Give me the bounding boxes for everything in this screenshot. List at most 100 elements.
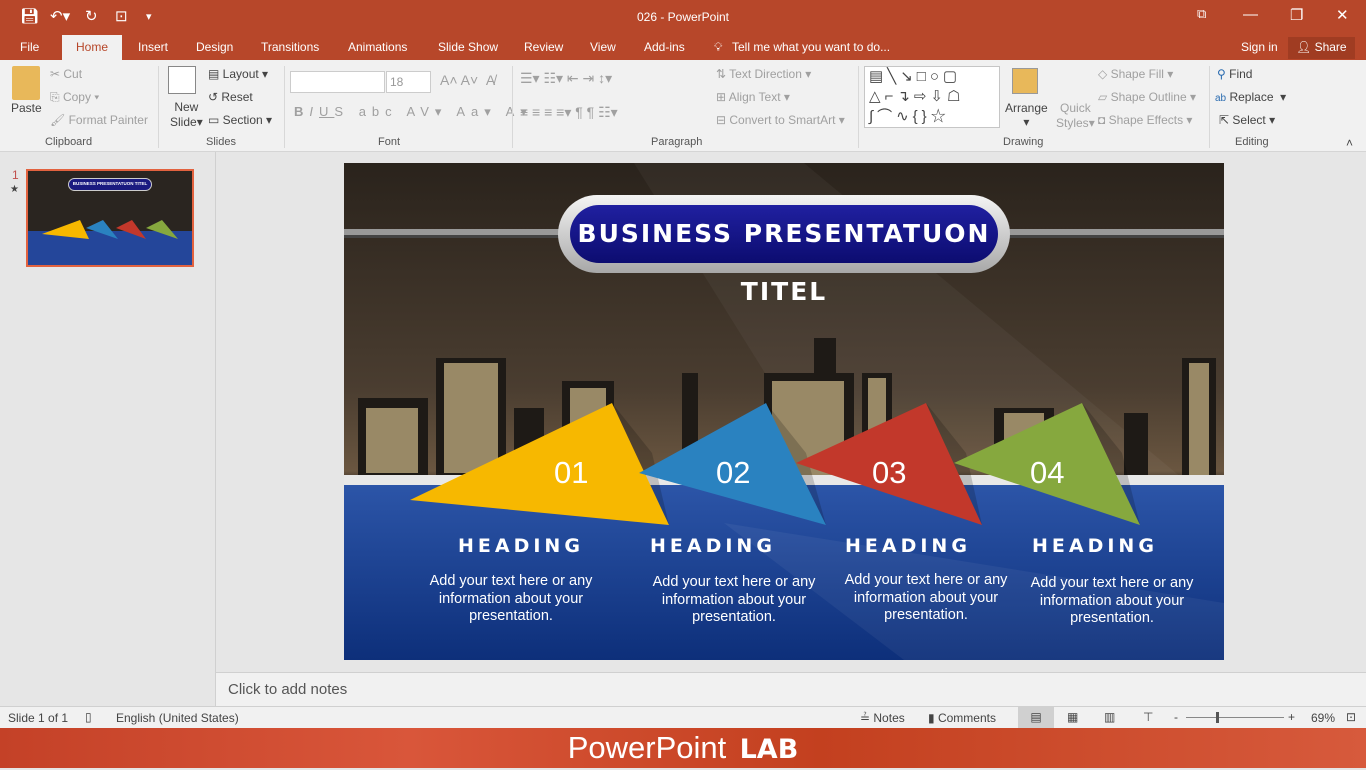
tell-me-input[interactable]: Tell me what you want to do... (732, 40, 890, 54)
section-label: Section (222, 113, 263, 127)
new-slide-label: New (174, 100, 199, 114)
zoom-in-button[interactable]: + (1288, 710, 1295, 724)
convert-smartart-button[interactable]: ⊟ Convert to SmartArt ▾ (716, 113, 845, 127)
copy-button[interactable]: ⎘ Copy ▾ (50, 90, 99, 105)
body-text-3[interactable]: Add your text here or any information ab… (841, 572, 1011, 625)
font-name-input[interactable] (290, 71, 385, 93)
reset-label: Reset (221, 90, 253, 104)
format-painter-label: Format Painter (68, 113, 148, 127)
layout-button[interactable]: ▤ Layout ▾ (208, 67, 268, 81)
shape-fill-button[interactable]: ◇ Shape Fill ▾ (1098, 67, 1173, 81)
format-painter-button[interactable]: 🖌︎ Format Painter (50, 113, 148, 127)
divider (158, 66, 159, 148)
comments-button[interactable]: ▮ Comments (928, 711, 996, 725)
new-slide-icon (168, 66, 196, 94)
share-label: Share (1314, 40, 1347, 54)
zoom-slider-thumb[interactable] (1216, 712, 1219, 723)
heading-3[interactable]: HEADING (845, 535, 971, 557)
arrange-button[interactable]: Arrange ▾ (1005, 101, 1048, 129)
arrange-label: Arrange (1005, 101, 1048, 115)
find-label: Find (1229, 67, 1253, 81)
body-text-2[interactable]: Add your text here or any information ab… (649, 574, 819, 627)
slide-sorter-button[interactable]: ▦ (1067, 710, 1078, 724)
body-text-1[interactable]: Add your text here or any information ab… (426, 573, 596, 626)
divider (1209, 66, 1210, 148)
paste-icon (12, 66, 40, 100)
font-size-input[interactable] (386, 71, 431, 93)
list-buttons[interactable]: ☰▾ ☷▾ ⇤ ⇥ ↕▾ (520, 70, 612, 87)
slide-number: 1 (12, 168, 19, 182)
triangle-1[interactable] (410, 403, 669, 525)
divider (512, 66, 513, 148)
select-button[interactable]: ⇱ Select ▾ (1219, 113, 1275, 127)
heading-2[interactable]: HEADING (650, 535, 776, 557)
sign-in-link[interactable]: Sign in (1241, 40, 1278, 54)
star-icon: ★ (10, 184, 19, 195)
shape-outline-button[interactable]: ▱ Shape Outline ▾ (1098, 90, 1196, 104)
alignment-buttons[interactable]: ≡ ≡ ≡ ≡▾ ¶ ¶ ☷▾ (520, 104, 618, 121)
paste-button[interactable]: Paste (11, 101, 42, 115)
reset-button[interactable]: ↺ Reset (208, 90, 253, 104)
tab-home[interactable]: Home (62, 35, 123, 60)
tab-transitions[interactable]: Transitions (261, 40, 319, 54)
slide-thumbnail-1[interactable]: BUSINESS PRESENTATUON TITEL (26, 169, 194, 267)
slide-count: Slide 1 of 1 (8, 711, 69, 725)
editing-group-label: Editing (1235, 136, 1269, 148)
person-icon: 👤︎ (1296, 40, 1315, 54)
notes-placeholder[interactable]: Click to add notes (228, 681, 347, 698)
section-button[interactable]: ▭ Section ▾ (208, 113, 272, 127)
font-size-buttons[interactable]: A˄ A˅ A̸ (440, 72, 495, 88)
tab-file[interactable]: File (20, 40, 39, 54)
heading-1[interactable]: HEADING (458, 535, 584, 557)
shapes-gallery[interactable]: ▤╲↘□○▢ △⌐↴⇨⇩☖ ∫⌒∿{}☆ (864, 66, 1000, 128)
shape-effects-button[interactable]: ◘ Shape Effects ▾ (1098, 113, 1192, 127)
ribbon-display-icon[interactable]: ⧉ (1197, 6, 1206, 22)
tab-add-ins[interactable]: Add-ins (644, 40, 685, 54)
normal-view-button[interactable]: ▤ (1018, 707, 1054, 728)
close-button[interactable]: ✕ (1336, 6, 1349, 24)
number-04: 04 (1030, 455, 1065, 490)
replace-button[interactable]: ab Replace ▾ (1215, 90, 1286, 104)
fit-slide-button[interactable]: ⊡ (1346, 710, 1356, 724)
tab-animations[interactable]: Animations (348, 40, 407, 54)
cut-button[interactable]: ✂ Cut (50, 67, 82, 81)
tab-review[interactable]: Review (524, 40, 563, 54)
zoom-out-button[interactable]: - (1174, 710, 1178, 724)
notes-pane[interactable]: Click to add notes (216, 672, 1366, 706)
shape-outline-label: Shape Outline (1110, 90, 1187, 104)
align-text-button[interactable]: ⊞ Align Text ▾ (716, 90, 790, 104)
collapse-ribbon-icon[interactable]: ˄ (1346, 136, 1353, 150)
spell-check-icon[interactable]: ▯ (85, 710, 92, 724)
maximize-button[interactable]: ❐ (1290, 6, 1303, 24)
tab-design[interactable]: Design (196, 40, 233, 54)
paragraph-group-label: Paragraph (651, 136, 703, 148)
tab-view[interactable]: View (590, 40, 616, 54)
share-button[interactable]: 👤︎ Share (1288, 37, 1355, 59)
text-direction-button[interactable]: ⇅ Text Direction ▾ (716, 67, 811, 81)
cut-label: Cut (63, 67, 83, 81)
notes-button[interactable]: ≟ Notes (860, 711, 905, 725)
select-label: Select (1232, 113, 1266, 127)
zoom-level[interactable]: 69% (1311, 711, 1335, 725)
quick-styles-label: Quick (1060, 101, 1091, 115)
tab-slide-show[interactable]: Slide Show (438, 40, 498, 54)
drawing-group-label: Drawing (1003, 136, 1044, 148)
body-text-4[interactable]: Add your text here or any information ab… (1027, 575, 1197, 628)
font-group-label: Font (378, 136, 401, 148)
shape-effects-label: Shape Effects (1108, 113, 1184, 127)
divider (284, 66, 285, 148)
slideshow-button[interactable]: ⊤ (1143, 710, 1153, 724)
tab-insert[interactable]: Insert (138, 40, 168, 54)
heading-4[interactable]: HEADING (1032, 535, 1158, 557)
find-button[interactable]: ⚲ Find (1217, 67, 1252, 81)
slide-title[interactable]: BUSINESS PRESENTATUON TITEL (570, 205, 998, 306)
font-format-buttons[interactable]: BIUS abc AV▾ Aa▾ A▾ (294, 104, 533, 120)
quick-styles-button[interactable]: Quick Styles▾ (1056, 101, 1095, 131)
replace-label: Replace (1229, 90, 1274, 104)
slide-canvas[interactable]: BUSINESS PRESENTATUON TITEL 01 02 03 04 … (344, 163, 1224, 660)
minimize-button[interactable]: — (1243, 6, 1258, 23)
language[interactable]: English (United States) (116, 711, 239, 725)
zoom-slider[interactable] (1186, 717, 1284, 718)
reading-view-button[interactable]: ▥ (1104, 710, 1115, 724)
new-slide-button[interactable]: New Slide▾ (170, 100, 203, 130)
